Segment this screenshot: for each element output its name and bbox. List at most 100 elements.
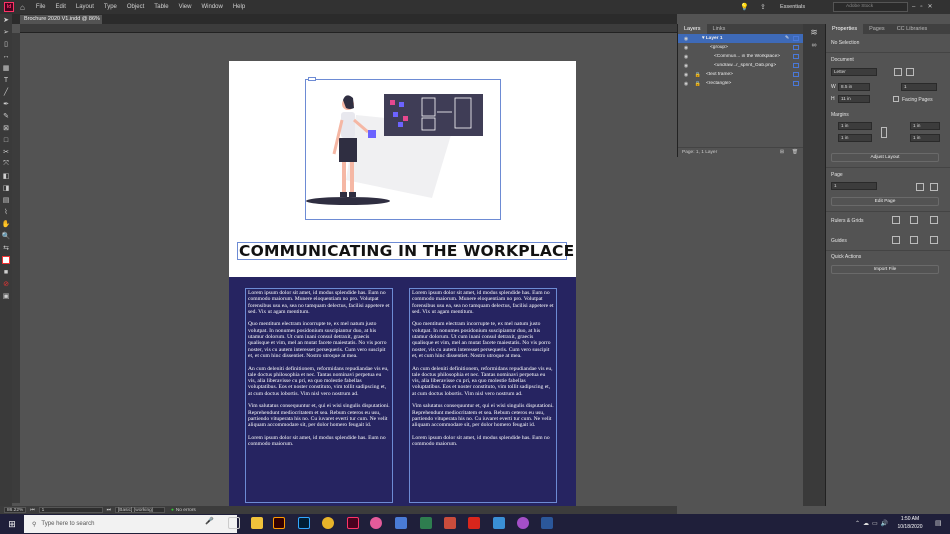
- pages-count-field[interactable]: 1: [901, 83, 937, 91]
- tab-layers[interactable]: Layers: [678, 24, 707, 34]
- guides-icon[interactable]: [892, 236, 900, 244]
- share-icon[interactable]: ⇪: [760, 3, 766, 11]
- import-file-button[interactable]: Import File: [831, 265, 939, 274]
- lock-icon[interactable]: 🔒: [694, 72, 702, 78]
- notifications-icon[interactable]: ▤: [935, 519, 942, 527]
- eye-icon[interactable]: ◉: [678, 72, 694, 78]
- next-page-icon[interactable]: ⏭: [107, 507, 111, 513]
- page-size-select[interactable]: Letter: [831, 68, 877, 76]
- system-tray-icons[interactable]: ⌃☁▭🔊: [855, 520, 891, 527]
- vertical-ruler[interactable]: [12, 33, 20, 503]
- menu-help[interactable]: Help: [228, 4, 250, 10]
- page-field[interactable]: 1: [38, 507, 103, 513]
- portrait-icon[interactable]: [894, 68, 902, 76]
- layer-row[interactable]: ◉ <undraw...r_sprint_Oab.png>: [678, 61, 803, 70]
- eye-icon[interactable]: ◉: [678, 36, 694, 42]
- menu-object[interactable]: Object: [122, 4, 149, 10]
- cc-icon[interactable]: ∞: [803, 42, 825, 49]
- photoshop-icon[interactable]: [298, 517, 310, 529]
- preflight-status[interactable]: No errors: [176, 508, 196, 513]
- apply-none-icon[interactable]: ⊘: [0, 278, 12, 290]
- rect-frame-tool-icon[interactable]: ⊠: [0, 122, 12, 134]
- fill-stroke-icon[interactable]: [0, 254, 12, 266]
- layer-row[interactable]: ◉ <group>: [678, 43, 803, 52]
- zoom-tool-icon[interactable]: 🔍: [0, 230, 12, 242]
- layer-row[interactable]: ◉ <Commun... in the Workplace>: [678, 52, 803, 61]
- lock-guides-icon[interactable]: [930, 236, 938, 244]
- layers-stack-icon[interactable]: ≋: [803, 27, 825, 38]
- app-icon[interactable]: [420, 517, 432, 529]
- menu-table[interactable]: Table: [149, 4, 173, 10]
- illustrator-icon[interactable]: [273, 517, 285, 529]
- selection-tool-icon[interactable]: ➤: [0, 14, 12, 26]
- gradient-feather-icon[interactable]: ◨: [0, 182, 12, 194]
- first-page-icon[interactable]: ⏮: [30, 507, 34, 513]
- lock-icon[interactable]: 🔒: [694, 81, 702, 87]
- landscape-icon[interactable]: [906, 68, 914, 76]
- app-icon[interactable]: [517, 517, 529, 529]
- chrome-icon[interactable]: [322, 517, 334, 529]
- taskbar-clock[interactable]: 1:50 AM 10/18/2020: [890, 515, 930, 533]
- note-tool-icon[interactable]: ▤: [0, 194, 12, 206]
- eyedropper-icon[interactable]: ⌇: [0, 206, 12, 218]
- menu-window[interactable]: Window: [196, 4, 227, 10]
- smart-guides-icon[interactable]: [910, 236, 918, 244]
- lightbulb-icon[interactable]: 💡: [740, 3, 749, 11]
- scissors-tool-icon[interactable]: ✂: [0, 146, 12, 158]
- layer-row[interactable]: ◉ 🔒 <text frame>: [678, 70, 803, 79]
- page-select[interactable]: 1: [831, 182, 877, 190]
- swap-colors-icon[interactable]: ⇆: [0, 242, 12, 254]
- type-tool-icon[interactable]: T: [0, 74, 12, 86]
- indesign-icon[interactable]: [347, 517, 359, 529]
- tab-pages[interactable]: Pages: [863, 26, 891, 32]
- task-view-icon[interactable]: [228, 517, 240, 529]
- eye-icon[interactable]: ◉: [678, 81, 694, 87]
- eye-icon[interactable]: ◉: [678, 45, 694, 51]
- margin-top-field[interactable]: 1 in: [838, 122, 872, 130]
- app-icon[interactable]: [444, 517, 456, 529]
- new-layer-icon[interactable]: ⊞: [780, 150, 784, 155]
- adobe-stock-search[interactable]: Adobe Stock: [833, 2, 908, 12]
- page-tool-icon[interactable]: ▯: [0, 38, 12, 50]
- eye-icon[interactable]: ◉: [678, 54, 694, 60]
- headline-text-frame[interactable]: COMMUNICATING IN THE WORKPLACE: [237, 242, 574, 260]
- tab-cc-libraries[interactable]: CC Libraries: [891, 26, 934, 32]
- zoom-field[interactable]: 86.22%: [4, 507, 27, 513]
- frame-handle[interactable]: [308, 77, 316, 81]
- pen-tool-icon[interactable]: ✒: [0, 98, 12, 110]
- adjust-layout-button[interactable]: Adjust Layout: [831, 153, 939, 162]
- tab-properties[interactable]: Properties: [826, 24, 864, 34]
- text-column-right[interactable]: Lorem ipsum dolor sit amet, id modus spl…: [409, 288, 557, 503]
- layer-row[interactable]: ◉ ▾ Layer 1 ✎: [678, 34, 803, 43]
- view-mode-icon[interactable]: ▣: [0, 290, 12, 302]
- workspace-switcher[interactable]: Essentials: [780, 4, 805, 10]
- app-icon[interactable]: [468, 517, 480, 529]
- facing-pages-checkbox[interactable]: [893, 96, 899, 102]
- layer-row[interactable]: ◉ 🔒 <rectangle>: [678, 79, 803, 88]
- margin-bottom-field[interactable]: 1 in: [838, 134, 872, 142]
- app-icon[interactable]: [370, 517, 382, 529]
- menu-edit[interactable]: Edit: [51, 4, 71, 10]
- line-tool-icon[interactable]: ╱: [0, 86, 12, 98]
- link-margins-icon[interactable]: [881, 127, 887, 138]
- word-icon[interactable]: [541, 517, 553, 529]
- hand-tool-icon[interactable]: ✋: [0, 218, 12, 230]
- height-field[interactable]: 11 in: [838, 95, 870, 103]
- tab-links[interactable]: Links: [707, 26, 732, 32]
- gap-tool-icon[interactable]: ↔: [0, 50, 12, 62]
- free-transform-icon[interactable]: ⤧: [0, 158, 12, 170]
- margin-right-field[interactable]: 1 in: [910, 134, 940, 142]
- page-icon[interactable]: [916, 183, 924, 191]
- menu-file[interactable]: File: [31, 4, 51, 10]
- windows-start-icon[interactable]: ⊞: [0, 519, 24, 530]
- mic-icon[interactable]: 🎤: [205, 517, 217, 529]
- document-tab[interactable]: Brochure 2020 V1.indd @ 86%: [20, 15, 102, 24]
- app-icon[interactable]: [395, 517, 407, 529]
- illustration-frame[interactable]: [305, 79, 501, 220]
- rectangle-tool-icon[interactable]: □: [0, 134, 12, 146]
- content-collector-icon[interactable]: ▦: [0, 62, 12, 74]
- margin-left-field[interactable]: 1 in: [910, 122, 940, 130]
- app-icon[interactable]: [493, 517, 505, 529]
- horizontal-ruler[interactable]: [20, 24, 677, 33]
- grid-icon[interactable]: [910, 216, 918, 224]
